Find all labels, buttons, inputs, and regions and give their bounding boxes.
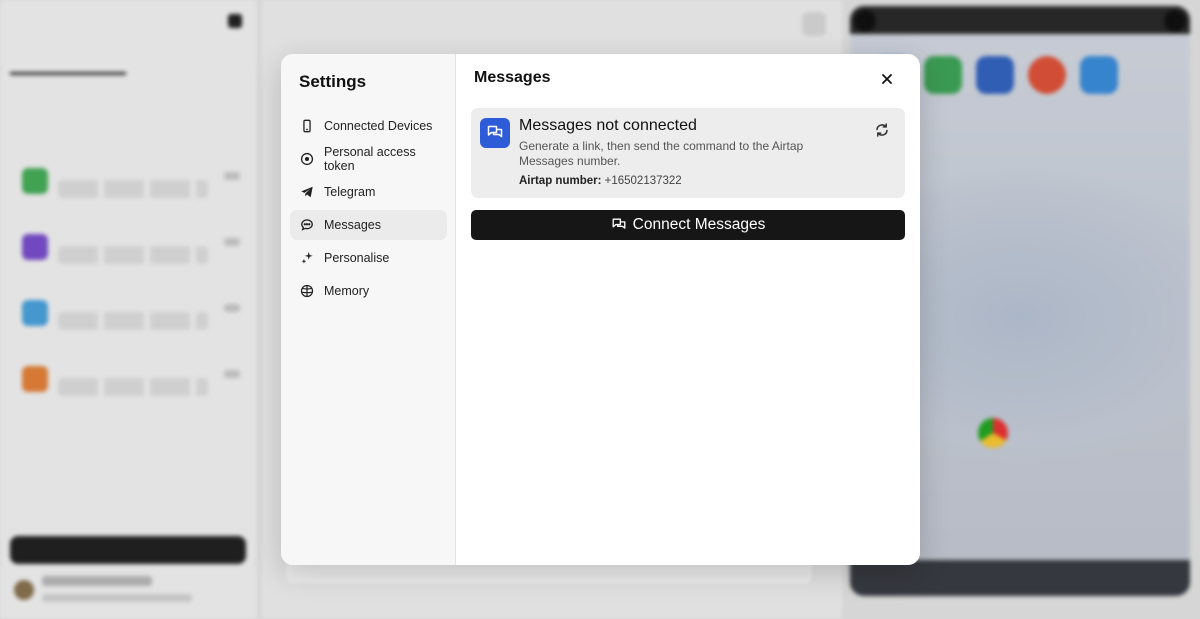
settings-modal: Settings Connected Devices Personal acce… — [281, 54, 920, 565]
settings-title: Settings — [299, 72, 367, 91]
nav-label: Telegram — [324, 185, 376, 199]
brain-icon — [300, 284, 314, 298]
airtap-number-label: Airtap number: — [519, 175, 602, 187]
nav-memory[interactable]: Memory — [290, 276, 447, 306]
phone-icon — [303, 119, 311, 133]
message-icon — [301, 219, 313, 231]
refresh-icon — [876, 123, 888, 137]
nav-connected-devices[interactable]: Connected Devices — [290, 111, 447, 141]
messages-panel: Messages Messages not connected Generate… — [456, 54, 920, 565]
chat-bubbles-icon — [487, 125, 503, 138]
nav-label: Connected Devices — [324, 119, 433, 133]
connect-messages-button[interactable]: Connect Messages — [471, 210, 905, 240]
airtap-number: Airtap number: +16502137322 — [519, 175, 682, 187]
status-description: Generate a link, then send the command t… — [519, 139, 804, 168]
connection-status-card: Messages not connected Generate a link, … — [471, 108, 905, 198]
nav-personalise[interactable]: Personalise — [290, 243, 447, 273]
nav-label: Messages — [324, 218, 381, 232]
sparkle-icon — [301, 251, 313, 264]
airtap-number-value: +16502137322 — [604, 175, 682, 187]
nav-telegram[interactable]: Telegram — [290, 177, 447, 207]
connect-messages-label: Connect Messages — [632, 216, 766, 233]
close-button[interactable] — [876, 68, 898, 90]
nav-label: Personalise — [324, 251, 390, 265]
chat-bubbles-icon — [612, 218, 626, 229]
status-icon — [480, 118, 510, 148]
telegram-icon — [301, 186, 313, 198]
nav-personal-access-token[interactable]: Personal access token — [290, 144, 447, 174]
refresh-button[interactable] — [874, 122, 890, 138]
close-icon — [882, 74, 892, 84]
panel-title: Messages — [474, 69, 551, 86]
status-title: Messages not connected — [519, 117, 697, 134]
nav-label: Memory — [324, 284, 370, 298]
nav-label: Personal access token — [324, 145, 416, 173]
settings-sidebar: Settings Connected Devices Personal acce… — [281, 54, 456, 565]
token-icon — [300, 152, 314, 166]
nav-messages[interactable]: Messages — [290, 210, 447, 240]
